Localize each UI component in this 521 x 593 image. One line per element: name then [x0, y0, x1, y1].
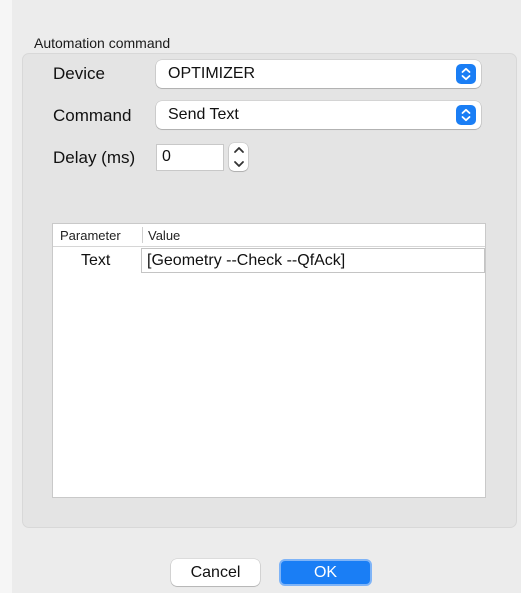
- ok-button[interactable]: OK: [279, 559, 372, 586]
- table-row[interactable]: Text [Geometry --Check --QfAck]: [53, 247, 485, 275]
- cancel-button[interactable]: Cancel: [171, 559, 260, 586]
- device-selected-value: OPTIMIZER: [168, 65, 256, 82]
- column-header-value[interactable]: Value: [148, 228, 180, 243]
- device-label: Device: [53, 64, 105, 83]
- delay-field[interactable]: [156, 144, 224, 171]
- parameter-table[interactable]: Parameter Value Text [Geometry --Check -…: [52, 223, 486, 498]
- command-selected-value: Send Text: [168, 106, 239, 123]
- window-edge: [0, 0, 12, 593]
- chevron-down-icon: [233, 161, 244, 167]
- parameter-cell: Text: [81, 252, 111, 269]
- up-down-chevron-icon: [456, 64, 476, 84]
- stepper-up-button[interactable]: [229, 143, 248, 157]
- value-cell-editor[interactable]: [Geometry --Check --QfAck]: [141, 248, 485, 273]
- command-label: Command: [53, 106, 132, 125]
- stepper-down-button[interactable]: [229, 157, 248, 171]
- delay-input[interactable]: [157, 145, 222, 169]
- group-title: Automation command: [34, 35, 171, 51]
- delay-stepper[interactable]: [229, 143, 248, 171]
- column-header-parameter[interactable]: Parameter: [60, 228, 121, 243]
- column-divider: [142, 227, 143, 243]
- delay-label: Delay (ms): [53, 148, 136, 167]
- device-popup[interactable]: OPTIMIZER: [156, 60, 481, 88]
- command-popup[interactable]: Send Text: [156, 101, 481, 129]
- up-down-chevron-icon: [456, 105, 476, 125]
- table-header: Parameter Value: [53, 224, 485, 247]
- automation-command-dialog: Automation command Device OPTIMIZER Comm…: [0, 0, 521, 593]
- chevron-up-icon: [233, 147, 244, 153]
